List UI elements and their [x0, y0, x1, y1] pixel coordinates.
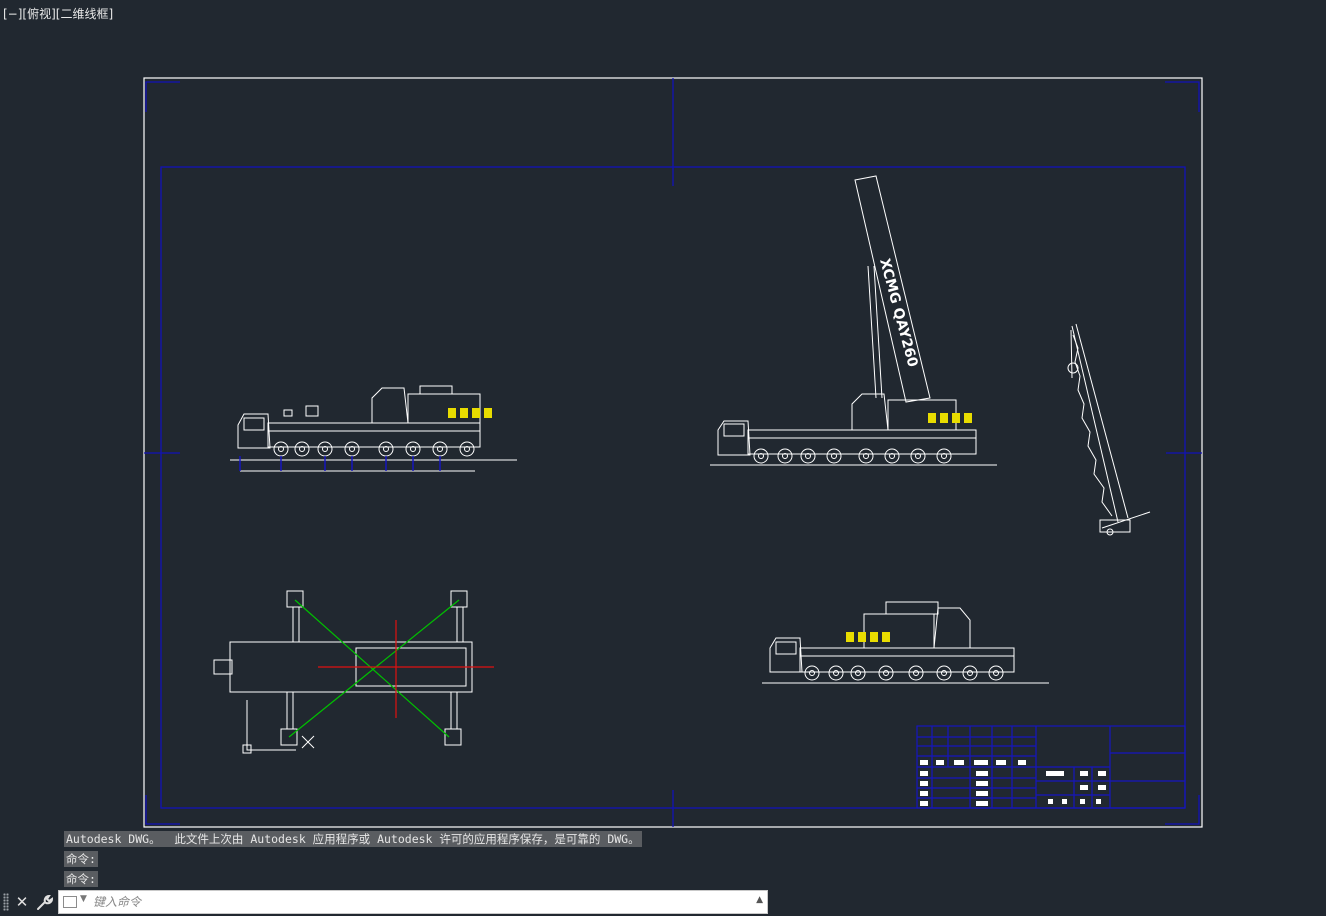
hazard-stripes-left [448, 408, 492, 418]
hazard-stripes-center [928, 413, 972, 423]
crane-side-view-left [230, 385, 517, 472]
lattice-jib [1067, 323, 1151, 536]
wrench-icon[interactable] [34, 892, 54, 912]
drag-handle[interactable] [3, 893, 9, 911]
center-marks [144, 78, 1202, 827]
corner-marks [145, 81, 1200, 825]
title-block [916, 725, 1186, 809]
center-crosshair [318, 620, 494, 718]
command-prompt-icon[interactable] [63, 896, 77, 908]
chevron-down-icon[interactable]: ▼ [80, 894, 87, 904]
boom-label: XCMG QAY260 [876, 257, 920, 369]
command-input[interactable] [93, 892, 733, 912]
drawing-canvas[interactable]: XCMG QAY260 [0, 0, 1326, 830]
command-history-line: 命令: [64, 851, 98, 867]
command-bar: ✕ ▼ ▲ [0, 889, 770, 916]
sheet-border [143, 77, 1203, 828]
crane-side-view-left-details [239, 456, 441, 471]
command-history-line: 命令: [64, 871, 98, 887]
hazard-stripes-right [846, 632, 890, 642]
history-up-icon[interactable]: ▲ [756, 895, 763, 905]
crane-side-view-right [762, 601, 1049, 684]
drawing-frame [160, 166, 1186, 809]
crane-top-view [213, 590, 473, 754]
command-history-line: Autodesk DWG。 此文件上次由 Autodesk 应用程序或 Auto… [64, 831, 642, 847]
command-input-box[interactable]: ▼ ▲ [58, 890, 768, 914]
close-icon[interactable]: ✕ [14, 892, 30, 912]
outrigger-guides [288, 599, 460, 738]
